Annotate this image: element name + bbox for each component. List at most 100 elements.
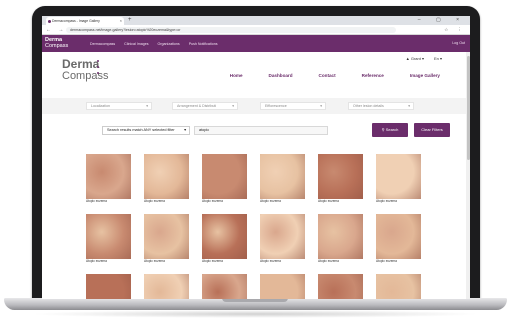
gallery-thumbnail[interactable]	[318, 274, 363, 299]
gallery-thumbnail[interactable]	[202, 274, 247, 299]
gallery-item[interactable]: Atopic eczema	[318, 214, 363, 264]
browser-extension-icons[interactable]: ☆ ⋮	[444, 25, 466, 35]
gallery-thumbnail[interactable]	[260, 154, 305, 199]
clear-filters-label: Clear Filters	[421, 127, 443, 132]
main-logo-sub: Compass	[62, 70, 109, 82]
search-icon: ⚲	[381, 127, 385, 132]
browser-toolbar: ← → ⟳ ⌂ dermacompass.net/image-gallery?l…	[42, 25, 470, 35]
nav-contact[interactable]: Contact	[319, 73, 336, 78]
sitebar-logo-sub: Compass	[45, 43, 69, 49]
gallery-caption: Atopic eczema	[86, 259, 107, 263]
gallery-thumbnail[interactable]	[144, 274, 189, 299]
localization-dropdown[interactable]: Localization ▾	[86, 102, 152, 110]
gallery-caption: Atopic eczema	[144, 199, 165, 203]
search-button-label: Search	[385, 127, 399, 132]
filter-bar: Localization ▾ Arrangement & Distributi ▾ …	[42, 98, 470, 114]
gallery-caption: Atopic eczema	[376, 199, 397, 203]
nav-image-gallery[interactable]: Image Gallery	[410, 73, 440, 78]
gallery-caption: Atopic eczema	[318, 199, 339, 203]
clear-filters-button[interactable]: Clear Filters	[414, 123, 450, 137]
chevron-down-icon: ▾	[146, 104, 148, 108]
sitebar-nav: Dermacompass Clinical Images Organizatio…	[90, 35, 218, 52]
sitebar-item-clinical-images[interactable]: Clinical Images	[124, 42, 148, 46]
gallery-thumbnail[interactable]	[376, 214, 421, 259]
search-input[interactable]: atopic	[194, 126, 328, 135]
laptop-shadow	[30, 310, 481, 318]
sitebar-item-push-notifications[interactable]: Push Notifications	[189, 42, 218, 46]
language-selector[interactable]: En ▾	[434, 56, 442, 61]
gallery-item[interactable]	[318, 274, 363, 299]
chevron-down-icon: ▾	[184, 128, 186, 132]
localization-dropdown-label: Localization	[91, 104, 110, 108]
search-row: Search results match ANY selected filter…	[42, 114, 470, 154]
gallery-thumbnail[interactable]	[318, 154, 363, 199]
gallery-caption: Atopic eczema	[86, 199, 107, 203]
nav-home[interactable]: Home	[230, 73, 243, 78]
gallery-item[interactable]: Atopic eczema	[144, 154, 189, 204]
arrangement-dropdown-label: Arrangement & Distributi	[177, 104, 217, 108]
browser-tabstrip: Dermacompass - Image Gallery × + – ▢ ×	[42, 16, 470, 25]
gallery-item[interactable]: Atopic eczema	[86, 154, 131, 204]
gallery-thumbnail[interactable]	[86, 274, 131, 299]
site-header: Derma Compass ▲ Grant ▾ En ▾ Home Dashbo…	[42, 52, 470, 98]
gallery-thumbnail[interactable]	[318, 214, 363, 259]
gallery-item[interactable]: Atopic eczema	[260, 154, 305, 204]
chevron-down-icon: ▾	[232, 104, 234, 108]
search-button[interactable]: ⚲ Search	[372, 123, 408, 137]
gallery-thumbnail[interactable]	[86, 214, 131, 259]
main-logo[interactable]: Derma Compass	[62, 58, 108, 82]
nav-reference[interactable]: Reference	[362, 73, 384, 78]
efflorescence-dropdown-label: Efflorescence	[265, 104, 287, 108]
sitebar-item-dermacompass[interactable]: Dermacompass	[90, 42, 115, 46]
user-area: ▲ Grant ▾ En ▾	[406, 56, 442, 61]
gallery-caption: Atopic eczema	[376, 259, 397, 263]
gallery-item[interactable]	[202, 274, 247, 299]
gallery-item[interactable]: Atopic eczema	[202, 214, 247, 264]
filter-mode-select[interactable]: Search results match ANY selected filter…	[102, 126, 190, 135]
gallery-thumbnail[interactable]	[144, 154, 189, 199]
browser-tab[interactable]: Dermacompass - Image Gallery ×	[46, 17, 124, 25]
tab-close-icon[interactable]: ×	[120, 17, 122, 25]
gallery-item[interactable]: Atopic eczema	[318, 154, 363, 204]
gallery-item[interactable]	[376, 274, 421, 299]
tab-title: Dermacompass - Image Gallery	[52, 19, 100, 23]
gallery-thumbnail[interactable]	[376, 274, 421, 299]
main-logo-main: Derma	[62, 57, 100, 71]
gallery-caption: Atopic eczema	[144, 259, 165, 263]
sitebar-item-organizations[interactable]: Organizations	[158, 42, 180, 46]
logo-dots-icon	[96, 60, 100, 78]
screen: Dermacompass - Image Gallery × + – ▢ × ←…	[42, 16, 470, 299]
laptop-mockup: Dermacompass - Image Gallery × + – ▢ × ←…	[0, 0, 511, 323]
gallery-item[interactable]: Atopic eczema	[144, 214, 189, 264]
window-controls[interactable]: – ▢ ×	[418, 16, 466, 25]
gallery-caption: Atopic eczema	[260, 259, 281, 263]
gallery-thumbnail[interactable]	[144, 214, 189, 259]
gallery-item[interactable]	[260, 274, 305, 299]
gallery-item[interactable]: Atopic eczema	[376, 154, 421, 204]
address-bar[interactable]: dermacompass.net/image-gallery?lesion=at…	[66, 27, 396, 33]
other-lesion-dropdown[interactable]: Other lesion details ▾	[348, 102, 414, 110]
gallery-item[interactable]: Atopic eczema	[260, 214, 305, 264]
gallery-thumbnail[interactable]	[260, 214, 305, 259]
efflorescence-dropdown[interactable]: Efflorescence ▾	[260, 102, 326, 110]
favicon-icon	[47, 19, 51, 23]
gallery-item[interactable]: Atopic eczema	[202, 154, 247, 204]
gallery-item[interactable]	[144, 274, 189, 299]
logout-link[interactable]: Log Out	[452, 35, 465, 52]
sitebar-logo[interactable]: Derma Compass	[45, 37, 68, 49]
gallery-thumbnail[interactable]	[376, 154, 421, 199]
gallery-item[interactable]	[86, 274, 131, 299]
nav-dashboard[interactable]: Dashboard	[269, 73, 293, 78]
user-menu[interactable]: ▲ Grant ▾	[406, 56, 424, 61]
gallery-thumbnail[interactable]	[202, 154, 247, 199]
gallery-item[interactable]: Atopic eczema	[86, 214, 131, 264]
gallery-caption: Atopic eczema	[318, 259, 339, 263]
chevron-down-icon: ▾	[320, 104, 322, 108]
arrangement-dropdown[interactable]: Arrangement & Distributi ▾	[172, 102, 238, 110]
gallery-item[interactable]: Atopic eczema	[376, 214, 421, 264]
gallery-thumbnail[interactable]	[86, 154, 131, 199]
page-scrollbar-thumb[interactable]	[466, 56, 470, 160]
new-tab-icon[interactable]: +	[128, 16, 132, 25]
gallery-thumbnail[interactable]	[260, 274, 305, 299]
gallery-thumbnail[interactable]	[202, 214, 247, 259]
